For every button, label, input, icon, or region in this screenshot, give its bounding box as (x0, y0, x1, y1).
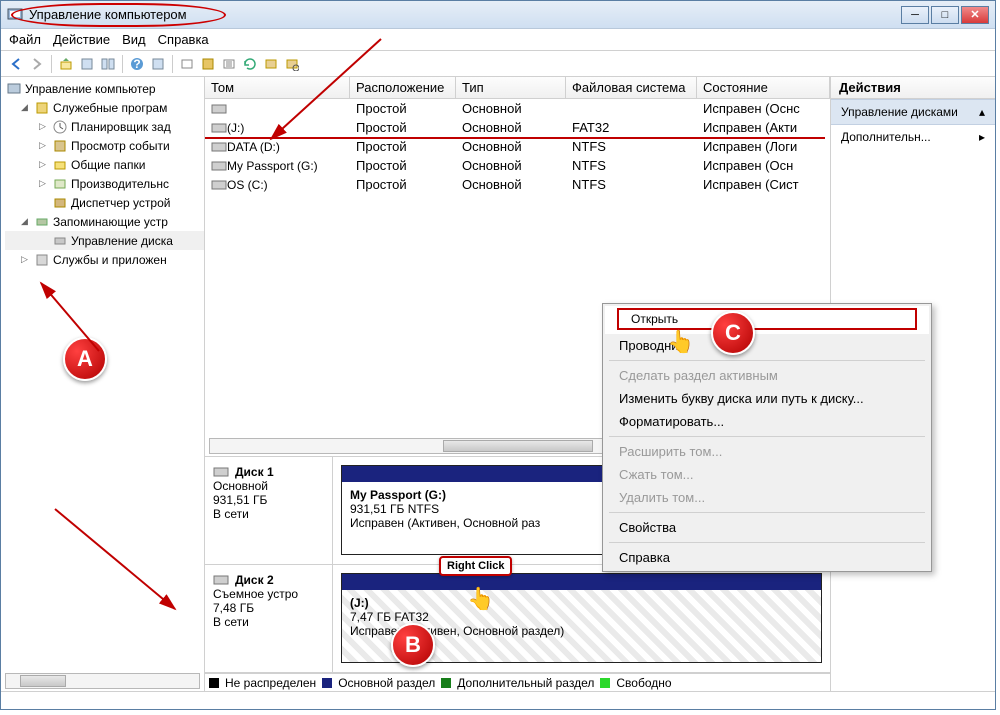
toolbar-icon-5[interactable] (199, 55, 217, 73)
help-button[interactable]: ? (128, 55, 146, 73)
toolbar-icon-7[interactable] (262, 55, 280, 73)
col-fs[interactable]: Файловая система (566, 77, 697, 98)
titlebar[interactable]: Управление компьютером ─ □ ✕ (1, 1, 995, 29)
volume-row[interactable]: My Passport (G:)ПростойОсновнойNTFSИспра… (205, 156, 830, 175)
svg-text:?: ? (133, 57, 140, 71)
ctx-extend: Расширить том... (605, 440, 929, 463)
window-title: Управление компьютером (29, 7, 187, 22)
ctx-properties[interactable]: Свойства (605, 516, 929, 539)
col-type[interactable]: Тип (456, 77, 566, 98)
menu-view[interactable]: Вид (122, 32, 146, 47)
tree-storage[interactable]: ◢Запоминающие устр (5, 212, 204, 231)
window-frame: Управление компьютером ─ □ ✕ Файл Действ… (0, 0, 996, 710)
tree-task-scheduler[interactable]: ▷Планировщик зад (5, 117, 204, 136)
ctx-delete: Удалить том... (605, 486, 929, 509)
actions-more[interactable]: Дополнительн...▸ (831, 125, 995, 149)
window-buttons: ─ □ ✕ (901, 6, 989, 24)
tree-services[interactable]: ▷Службы и приложен (5, 250, 204, 269)
col-layout[interactable]: Расположение (350, 77, 456, 98)
collapse-icon: ▴ (979, 105, 985, 119)
menu-action[interactable]: Действие (53, 32, 110, 47)
context-menu: Открыть Проводник Сделать раздел активны… (602, 303, 932, 572)
toolbar: ? (1, 51, 995, 77)
up-button[interactable] (57, 55, 75, 73)
tree-utilities[interactable]: ◢Служебные програм (5, 98, 204, 117)
ctx-help[interactable]: Справка (605, 546, 929, 569)
actions-diskmgmt[interactable]: Управление дисками▴ (831, 99, 995, 125)
menu-help[interactable]: Справка (158, 32, 209, 47)
col-volume[interactable]: Том (205, 77, 350, 98)
ctx-shrink: Сжать том... (605, 463, 929, 486)
toolbar-icon-2[interactable] (99, 55, 117, 73)
nav-tree[interactable]: Управление компьютер ◢Служебные програм … (1, 77, 205, 691)
toolbar-icon-4[interactable] (178, 55, 196, 73)
tree-root[interactable]: Управление компьютер (5, 79, 204, 98)
volume-icon (211, 141, 227, 153)
menu-file[interactable]: Файл (9, 32, 41, 47)
ctx-explore[interactable]: Проводник (605, 334, 929, 357)
volume-row[interactable]: ПростойОсновнойИсправен (Оснс (205, 99, 830, 118)
minimize-button[interactable]: ─ (901, 6, 929, 24)
tree-shared-folders[interactable]: ▷Общие папки (5, 155, 204, 174)
volume-icon (211, 103, 227, 115)
disk2-row: Диск 2 Съемное устро 7,48 ГБ В сети (J:)… (205, 565, 830, 673)
ctx-open[interactable]: Открыть (605, 306, 929, 334)
volume-icon (211, 160, 227, 172)
annotation-rightclick-tip: Right Click (439, 556, 512, 576)
disk1-info: Диск 1 Основной 931,51 ГБ В сети (205, 457, 333, 564)
volume-icon (211, 122, 227, 134)
refresh-button[interactable] (241, 55, 259, 73)
annotation-badge-c: C (711, 311, 755, 355)
toolbar-icon-1[interactable] (78, 55, 96, 73)
annotation-badge-b: B (391, 623, 435, 667)
toolbar-icon-6[interactable] (220, 55, 238, 73)
tree-performance[interactable]: ▷Производительнс (5, 174, 204, 193)
app-icon (7, 7, 23, 23)
tree-hscroll[interactable] (5, 673, 200, 689)
volume-grid-body: ПростойОсновнойИсправен (Оснс(J:)Простой… (205, 99, 830, 235)
ctx-format[interactable]: Форматировать... (605, 410, 929, 433)
ctx-make-active: Сделать раздел активным (605, 364, 929, 387)
volume-icon (211, 179, 227, 191)
toolbar-icon-3[interactable] (149, 55, 167, 73)
annotation-cursor-c: 👆 (667, 329, 694, 355)
tree-device-manager[interactable]: ▷Диспетчер устрой (5, 193, 204, 212)
statusbar (1, 691, 995, 709)
menubar: Файл Действие Вид Справка (1, 29, 995, 51)
close-button[interactable]: ✕ (961, 6, 989, 24)
maximize-button[interactable]: □ (931, 6, 959, 24)
forward-button[interactable] (28, 55, 46, 73)
volume-grid-header: Том Расположение Тип Файловая система Со… (205, 77, 830, 99)
actions-header: Действия (831, 77, 995, 99)
toolbar-icon-8[interactable] (283, 55, 301, 73)
legend: Не распределен Основной раздел Дополните… (205, 673, 830, 691)
tree-event-viewer[interactable]: ▷Просмотр событи (5, 136, 204, 155)
chevron-right-icon: ▸ (979, 130, 985, 144)
back-button[interactable] (7, 55, 25, 73)
col-status[interactable]: Состояние (697, 77, 830, 98)
disk2-info: Диск 2 Съемное устро 7,48 ГБ В сети (205, 565, 333, 672)
volume-row[interactable]: OS (C:)ПростойОсновнойNTFSИсправен (Сист (205, 175, 830, 194)
tree-disk-management[interactable]: ▷Управление диска (5, 231, 204, 250)
annotation-badge-a: A (63, 337, 107, 381)
ctx-change-letter[interactable]: Изменить букву диска или путь к диску... (605, 387, 929, 410)
volume-row[interactable]: DATA (D:)ПростойОсновнойNTFSИсправен (Ло… (205, 137, 830, 156)
volume-row[interactable]: (J:)ПростойОсновнойFAT32Исправен (Акти (205, 118, 830, 137)
annotation-cursor-b: 👆 (467, 586, 494, 612)
